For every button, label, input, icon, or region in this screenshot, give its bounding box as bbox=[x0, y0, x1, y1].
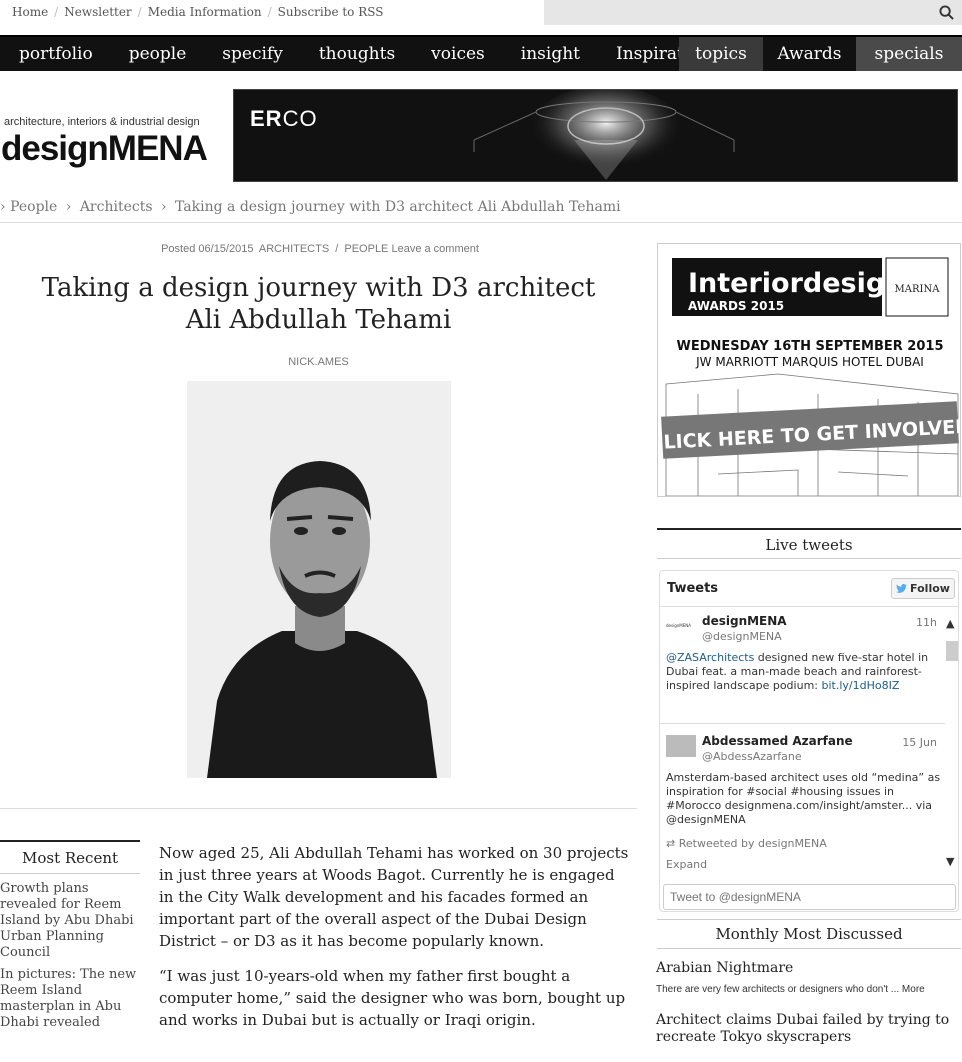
discussed-item-title[interactable]: Architect claims Dubai failed by trying … bbox=[656, 1012, 956, 1046]
twitter-bird-icon bbox=[896, 584, 907, 593]
breadcrumb-separator: › bbox=[65, 199, 72, 215]
top-link-newsletter[interactable]: Newsletter bbox=[64, 5, 131, 19]
article-body: Now aged 25, Ali Abdullah Tehami has wor… bbox=[159, 842, 629, 1044]
category-people[interactable]: PEOPLE bbox=[344, 243, 388, 255]
portrait-image bbox=[187, 381, 451, 778]
nav-insight[interactable]: insight bbox=[503, 37, 598, 71]
divider bbox=[0, 222, 962, 223]
nav-awards[interactable]: Awards bbox=[763, 37, 856, 71]
light-fixture-image bbox=[473, 90, 735, 180]
ad-line2: AWARDS 2015 bbox=[688, 299, 784, 313]
tweet-to-input[interactable] bbox=[663, 884, 956, 910]
chevron-down-icon[interactable]: ▼ bbox=[946, 855, 954, 868]
tweet-author-name[interactable]: designMENA bbox=[702, 614, 787, 628]
interior-design-awards-ad[interactable]: Interiordesign AWARDS 2015 PRESENTED BY … bbox=[657, 243, 961, 497]
nav-specials[interactable]: specials bbox=[856, 37, 962, 71]
separator: / bbox=[54, 5, 59, 19]
tweet-text: Amsterdam-based architect uses old “medi… bbox=[666, 771, 941, 826]
divider bbox=[0, 873, 140, 874]
divider bbox=[657, 919, 961, 920]
article-author[interactable]: NICK.AMES bbox=[0, 356, 637, 368]
top-bar: Home / Newsletter / Media Information / … bbox=[0, 0, 962, 26]
separator: / bbox=[267, 5, 272, 19]
divider bbox=[657, 528, 961, 530]
tweet-text: @ZASArchitects designed new five-star ho… bbox=[666, 651, 929, 692]
breadcrumb-separator: › bbox=[160, 199, 167, 215]
top-link-subscribe-rss[interactable]: Subscribe to RSS bbox=[278, 5, 384, 19]
article-paragraph: “I was just 10-years-old when my father … bbox=[159, 967, 626, 1029]
discussed-item-title[interactable]: Arabian Nightmare bbox=[656, 960, 793, 976]
follow-button[interactable]: Follow bbox=[891, 578, 955, 599]
nav-thoughts[interactable]: thoughts bbox=[301, 37, 413, 71]
nav-topics[interactable]: topics bbox=[679, 37, 763, 71]
ad-date: WEDNESDAY 16TH SEPTEMBER 2015 bbox=[676, 339, 943, 354]
nav-voices[interactable]: voices bbox=[413, 37, 503, 71]
site-logo[interactable]: designMENA bbox=[1, 129, 208, 169]
article-photo bbox=[187, 381, 451, 778]
ad-venue: JW MARRIOTT MARQUIS HOTEL DUBAI bbox=[695, 355, 924, 369]
most-recent-item[interactable]: In pictures: The new Reem Island masterp… bbox=[0, 967, 140, 1031]
tweet-author-handle: @designMENA bbox=[702, 630, 782, 643]
twitter-widget-header: Tweets Follow bbox=[660, 571, 958, 607]
retweet-label: ⇄ Retweeted by designMENA bbox=[666, 837, 827, 850]
leave-comment-link[interactable]: Leave a comment bbox=[391, 243, 478, 255]
site-tagline: architecture, interiors & industrial des… bbox=[4, 116, 200, 128]
tweet-link[interactable]: bit.ly/1dHo8IZ bbox=[821, 679, 899, 692]
post-date: Posted 06/15/2015 bbox=[161, 243, 254, 255]
twitter-widget: Tweets Follow designMENA designMENA @des… bbox=[659, 570, 959, 912]
mention-link[interactable]: @ZASArchitects bbox=[666, 651, 754, 664]
article-meta: Posted 06/15/2015 ARCHITECTS / PEOPLE Le… bbox=[0, 243, 637, 255]
top-link-home[interactable]: Home bbox=[12, 5, 48, 19]
more-link[interactable]: More bbox=[902, 984, 925, 995]
search-button[interactable] bbox=[930, 0, 962, 25]
most-recent-list: Growth plans revealed for Reem Island by… bbox=[0, 881, 140, 1037]
tweet-time[interactable]: 15 Jun bbox=[902, 736, 937, 750]
separator: / bbox=[137, 5, 142, 19]
nav-portfolio[interactable]: portfolio bbox=[0, 37, 111, 71]
main-nav: portfolio people specify thoughts voices… bbox=[0, 35, 962, 71]
divider bbox=[0, 840, 140, 842]
tweet-author-handle: @AbdessAzarfane bbox=[702, 750, 802, 763]
article-title: Taking a design journey with D3 architec… bbox=[41, 273, 596, 335]
breadcrumb-people[interactable]: People bbox=[10, 199, 57, 215]
expand-link[interactable]: Expand bbox=[666, 858, 707, 872]
most-recent-heading: Most Recent bbox=[21, 849, 119, 867]
separator: / bbox=[335, 243, 339, 255]
category-architects[interactable]: ARCHITECTS bbox=[259, 243, 329, 255]
top-link-media-information[interactable]: Media Information bbox=[148, 5, 262, 19]
tweets-title: Tweets bbox=[667, 581, 719, 596]
avatar: designMENA bbox=[666, 615, 696, 637]
erco-banner-ad[interactable]: ERCO bbox=[233, 89, 958, 182]
nav-specify[interactable]: specify bbox=[204, 37, 301, 71]
most-recent-item[interactable]: Growth plans revealed for Reem Island by… bbox=[0, 881, 140, 961]
top-links: Home / Newsletter / Media Information / … bbox=[12, 5, 383, 19]
divider bbox=[0, 808, 637, 809]
breadcrumb: › People › Architects › Taking a design … bbox=[0, 199, 621, 215]
article-paragraph: Now aged 25, Ali Abdullah Tehami has wor… bbox=[159, 844, 629, 950]
tweet-item[interactable]: designMENA designMENA @designMENA 11h @Z… bbox=[660, 609, 945, 724]
search-input[interactable] bbox=[544, 0, 930, 25]
ad-line1: Interiordesign bbox=[688, 268, 904, 299]
monthly-most-discussed-heading: Monthly Most Discussed bbox=[715, 925, 903, 943]
breadcrumb-current: Taking a design journey with D3 architec… bbox=[175, 199, 621, 215]
awards-ad-graphic: Interiordesign AWARDS 2015 PRESENTED BY … bbox=[658, 257, 960, 496]
divider bbox=[657, 948, 961, 949]
scrollbar-thumb[interactable] bbox=[946, 641, 958, 661]
ad-sponsor: MARINA bbox=[895, 284, 941, 295]
tweets-scrollbar[interactable]: ▲ ▼ bbox=[945, 611, 958, 881]
tweet-time[interactable]: 11h bbox=[916, 616, 937, 630]
search-icon bbox=[938, 5, 954, 20]
chevron-up-icon[interactable]: ▲ bbox=[946, 617, 954, 630]
divider bbox=[657, 558, 961, 559]
breadcrumb-architects[interactable]: Architects bbox=[80, 199, 153, 215]
nav-people[interactable]: people bbox=[111, 37, 205, 71]
tweet-author-name[interactable]: Abdessamed Azarfane bbox=[702, 734, 853, 748]
discussed-item-snippet: There are very few architects or designe… bbox=[656, 984, 925, 995]
breadcrumb-separator: › bbox=[0, 199, 6, 215]
avatar bbox=[666, 735, 696, 757]
live-tweets-heading: Live tweets bbox=[765, 536, 853, 554]
retweet-icon: ⇄ bbox=[666, 837, 676, 850]
